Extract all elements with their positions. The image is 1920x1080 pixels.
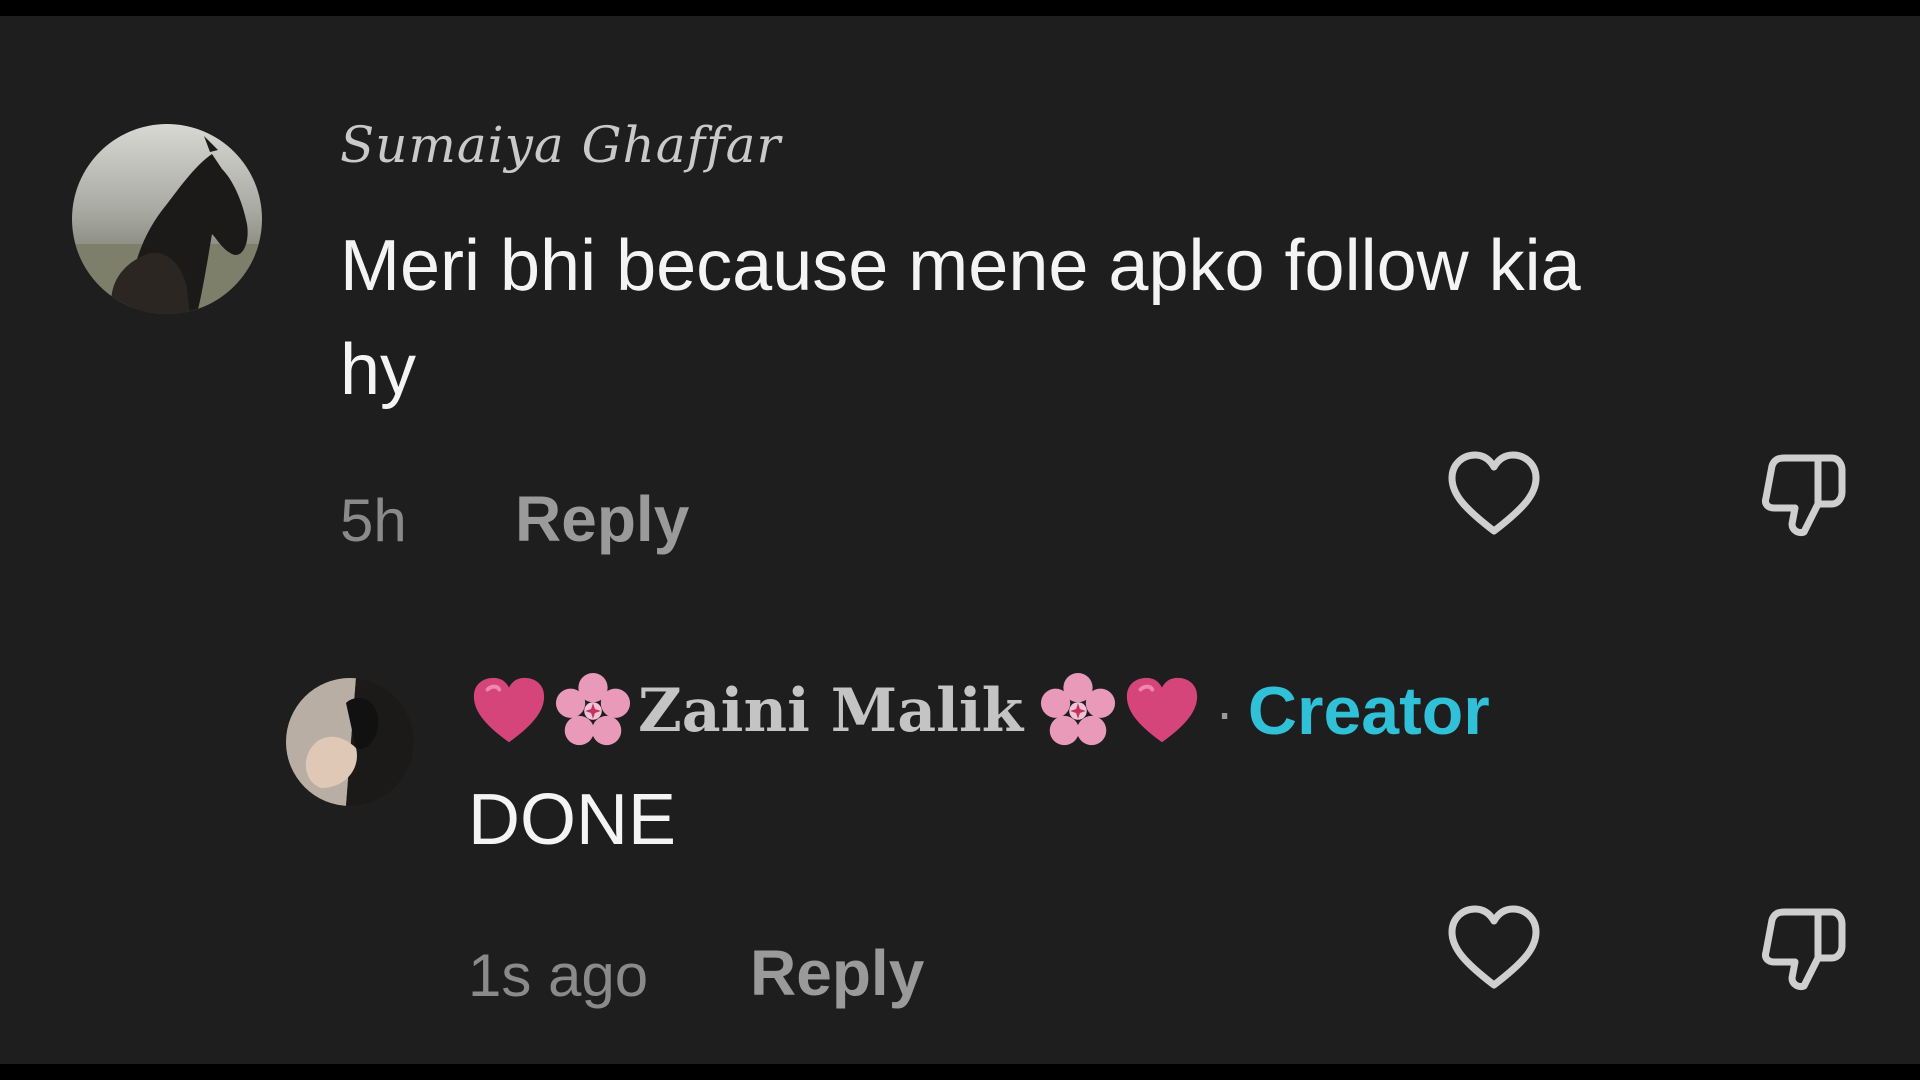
like-button[interactable]: [1444, 900, 1544, 1000]
heart-outline-icon: [1448, 905, 1540, 989]
separator-dot: ·: [1215, 679, 1234, 743]
reply-header: Zaini Malik · Creator: [470, 666, 1490, 756]
cherry-blossom-emoji-icon: [554, 672, 632, 750]
dislike-button[interactable]: [1752, 900, 1852, 1000]
reply-text: DONE: [468, 780, 677, 860]
comments-panel: Sumaiya Ghaffar Meri bhi because mene ap…: [0, 16, 1920, 1064]
creator-badge: Creator: [1247, 673, 1490, 749]
cherry-blossom-emoji-icon: [1039, 672, 1117, 750]
person-photo-avatar: [286, 678, 414, 806]
horse-photo-avatar: [72, 124, 262, 314]
thumbs-down-icon: [1762, 908, 1846, 990]
heart-emoji-icon: [470, 672, 548, 750]
reply-button[interactable]: Reply: [515, 482, 689, 556]
comment-text-line1: Meri bhi because mene apko follow kia: [340, 226, 1581, 306]
comment-timestamp: 5h: [340, 487, 407, 554]
heart-outline-icon: [1448, 451, 1540, 535]
thumbs-down-icon: [1762, 454, 1846, 536]
reply-timestamp: 1s ago: [468, 942, 649, 1009]
creator-avatar[interactable]: [286, 678, 414, 806]
dislike-button[interactable]: [1752, 446, 1852, 546]
user-avatar[interactable]: [72, 124, 262, 314]
comment-text-line2: hy: [340, 330, 417, 410]
heart-emoji-icon: [1123, 672, 1201, 750]
like-button[interactable]: [1444, 446, 1544, 546]
reply-button[interactable]: Reply: [750, 936, 924, 1010]
comment-username[interactable]: Sumaiya Ghaffar: [340, 116, 781, 174]
reply-username[interactable]: Zaini Malik: [638, 676, 1023, 746]
